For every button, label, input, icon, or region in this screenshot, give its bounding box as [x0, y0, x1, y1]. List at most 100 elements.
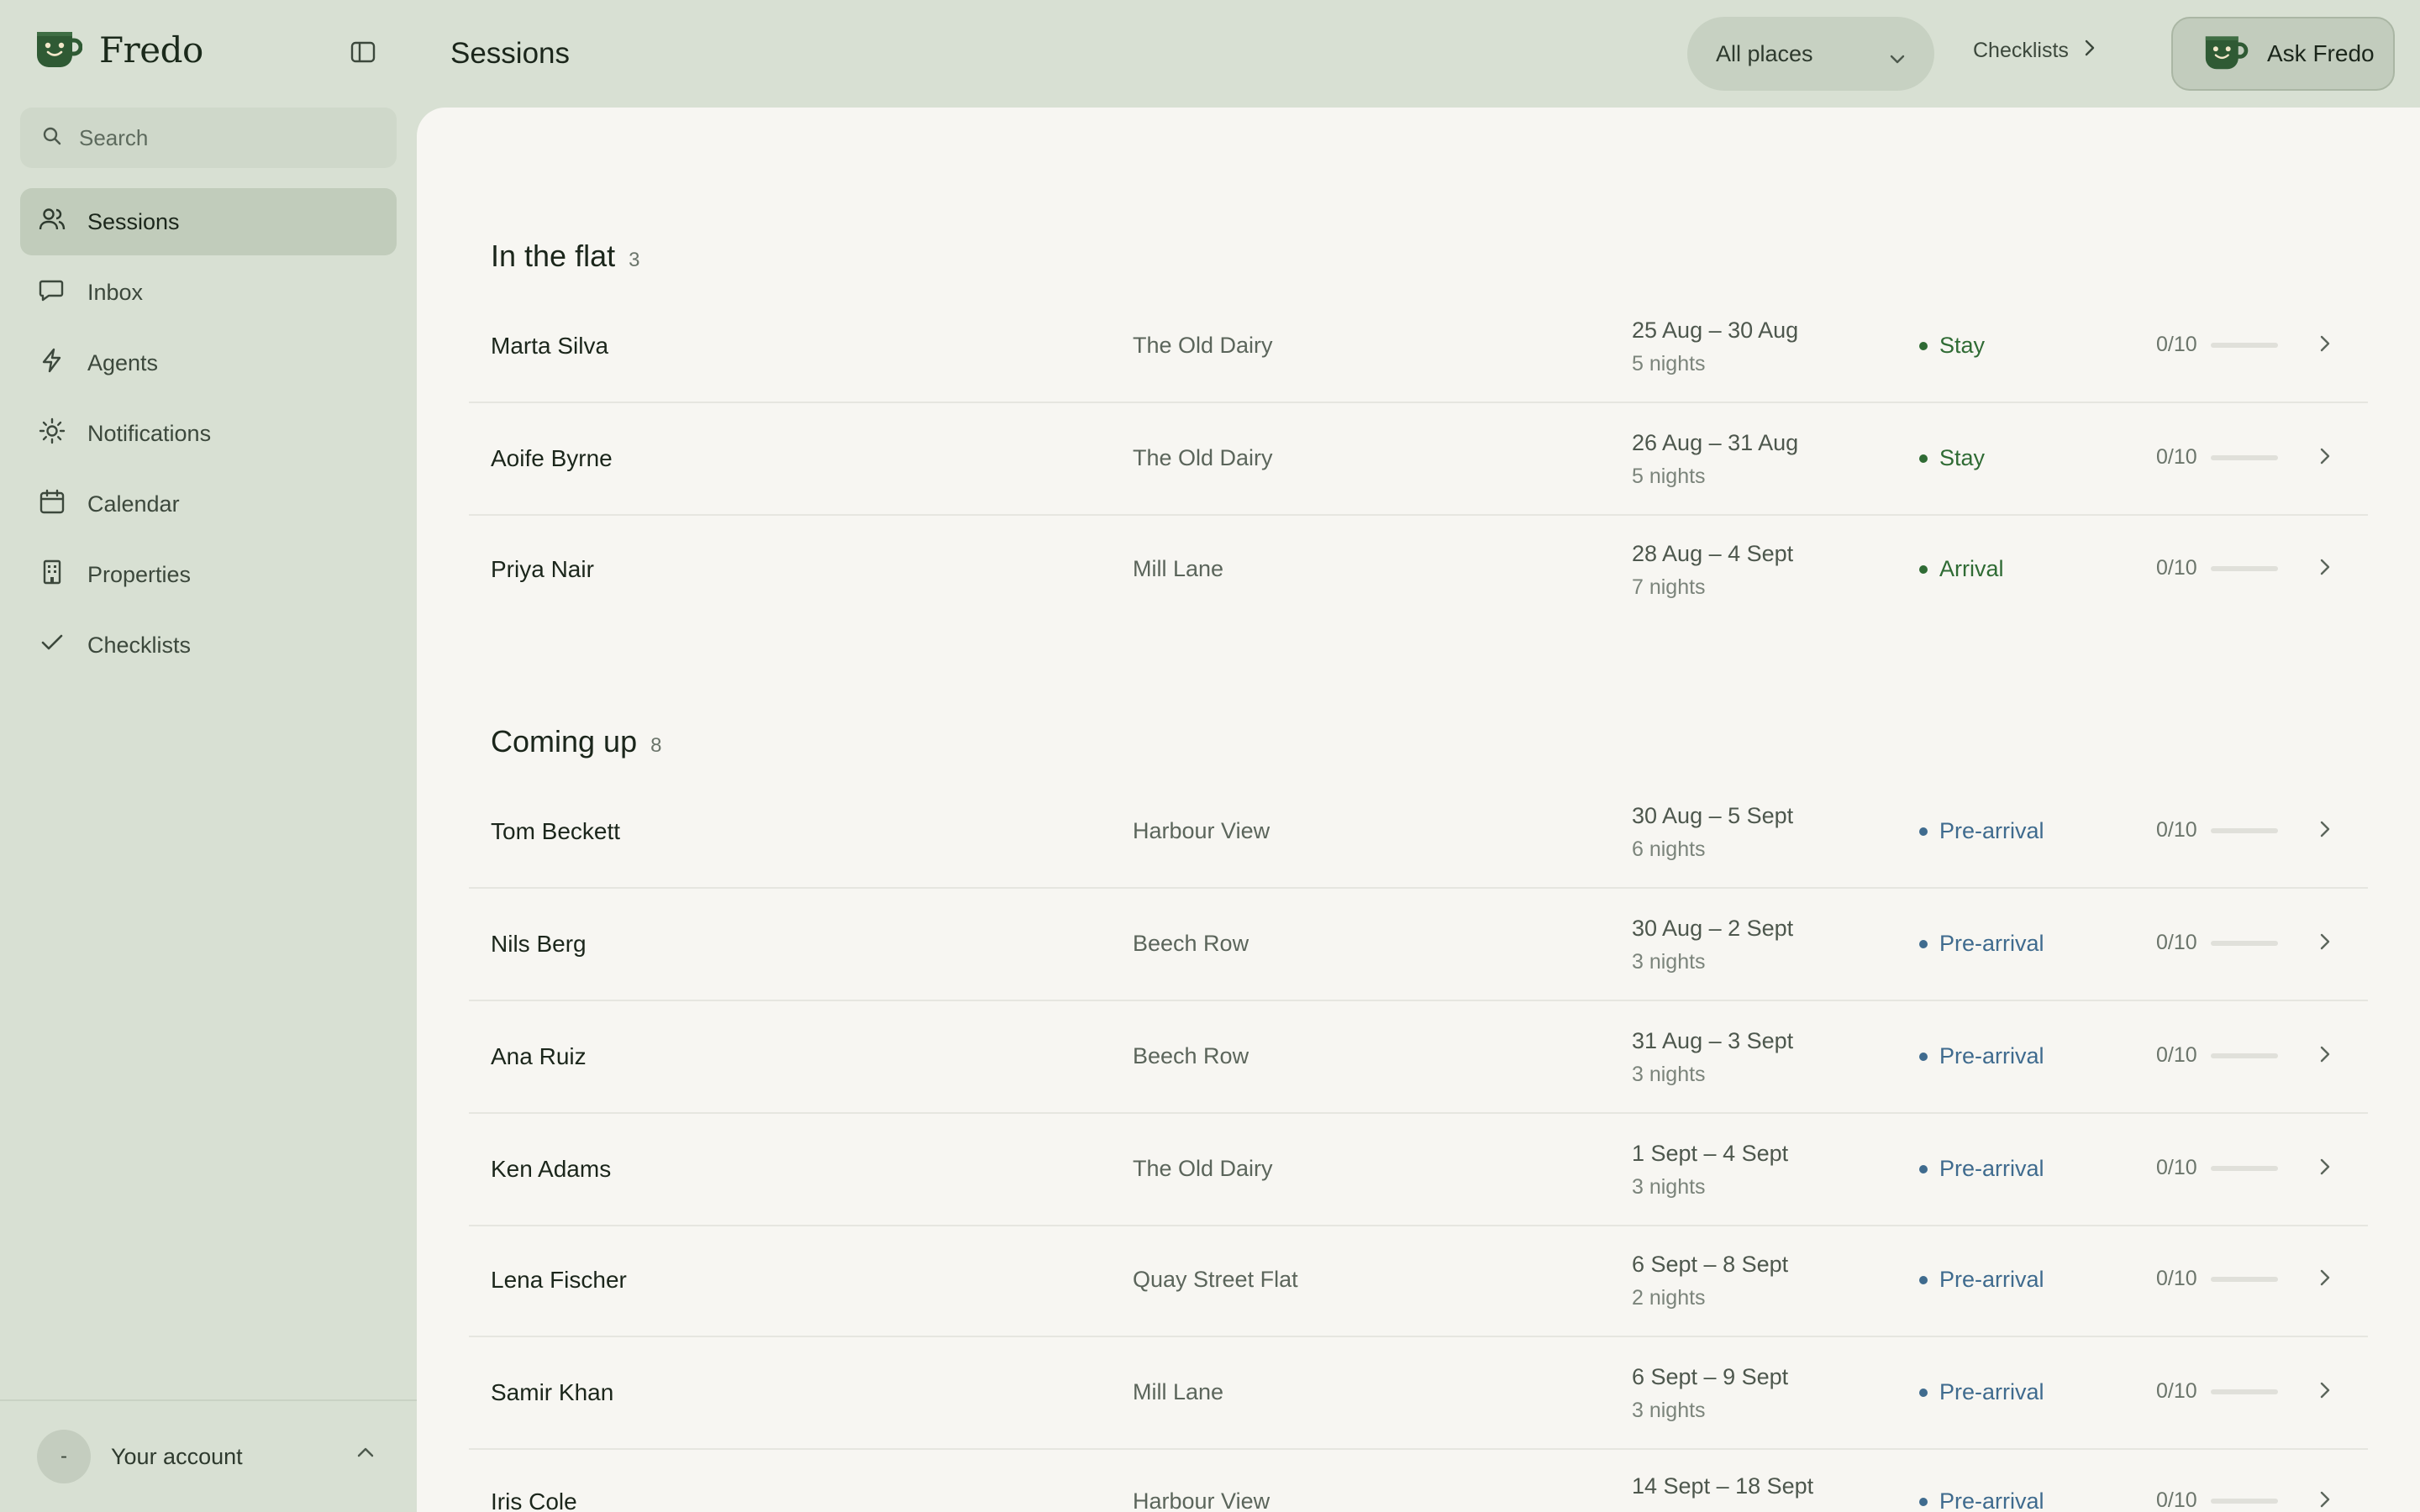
stay-dates: 6 Sept – 8 Sept 2 nights [1632, 1252, 1788, 1310]
sidebar-toggle-icon [350, 41, 376, 67]
nights-count: 3 nights [1632, 950, 1706, 974]
status-label: Pre-arrival [1939, 1488, 2044, 1512]
stay-dates: 28 Aug – 4 Sept 7 nights [1632, 541, 1793, 600]
chevron-right-icon [2319, 932, 2331, 955]
progress-bar [2210, 1389, 2278, 1394]
chevron-up-icon [356, 1446, 375, 1462]
status-badge: Pre-arrival [1919, 1267, 2044, 1293]
section-title-label: In the flat [491, 239, 616, 273]
search-input[interactable] [79, 124, 381, 151]
status-dot [1919, 564, 1928, 574]
property-name: Harbour View [1133, 818, 1270, 843]
sidebar-item-agents[interactable]: Agents [20, 329, 397, 396]
session-row[interactable]: Priya Nair Mill Lane 28 Aug – 4 Sept 7 ni… [469, 516, 2368, 627]
stay-dates: 25 Aug – 30 Aug 5 nights [1632, 318, 1798, 376]
search-icon [42, 126, 62, 150]
progress-bar [2210, 342, 2278, 348]
section-count: 8 [650, 734, 662, 757]
checklists-link[interactable]: Checklists [1973, 39, 2096, 63]
account-menu[interactable]: - Your account [0, 1399, 417, 1512]
status-dot [1919, 1164, 1928, 1173]
checklist-progress: 0/10 [2156, 931, 2278, 955]
nights-count: 3 nights [1632, 1175, 1706, 1199]
nights-count: 6 nights [1632, 837, 1706, 861]
progress-count: 0/10 [2156, 333, 2197, 356]
sidebar-item-checklists[interactable]: Checklists [20, 612, 397, 679]
status-label: Pre-arrival [1939, 931, 2044, 956]
chevron-right-icon [2319, 820, 2331, 843]
session-row[interactable]: Iris Cole Harbour View 14 Sept – 18 Sept… [469, 1448, 2368, 1512]
section-title-coming-up: Coming up 8 [491, 724, 661, 759]
progress-bar [2210, 827, 2278, 833]
guest-name: Tom Beckett [491, 818, 621, 844]
progress-count: 0/10 [2156, 1488, 2197, 1512]
date-range: 14 Sept – 18 Sept [1632, 1473, 1814, 1499]
session-row[interactable]: Tom Beckett Harbour View 30 Aug – 5 Sept… [469, 778, 2368, 889]
stay-dates: 6 Sept – 9 Sept 3 nights [1632, 1364, 1788, 1423]
status-dot [1919, 939, 1928, 948]
account-label: Your account [111, 1443, 243, 1469]
sidebar-item-label: Notifications [87, 420, 212, 446]
status-badge: Pre-arrival [1919, 1379, 2044, 1405]
progress-count: 0/10 [2156, 1267, 2197, 1290]
session-row[interactable]: Ken Adams The Old Dairy 1 Sept – 4 Sept 3… [469, 1116, 2368, 1226]
session-row[interactable]: Samir Khan Mill Lane 6 Sept – 9 Sept 3 ni… [469, 1339, 2368, 1450]
message-icon [39, 278, 66, 307]
date-range: 6 Sept – 8 Sept [1632, 1252, 1789, 1277]
date-range: 26 Aug – 31 Aug [1632, 430, 1799, 455]
progress-count: 0/10 [2156, 1156, 2197, 1179]
sidebar-item-label: Checklists [87, 632, 192, 658]
progress-count: 0/10 [2156, 1043, 2197, 1067]
status-badge: Pre-arrival [1919, 931, 2044, 957]
status-dot [1919, 454, 1928, 463]
status-dot [1919, 1275, 1928, 1284]
nights-count: 5 nights [1632, 465, 1706, 488]
sidebar-item-notifications[interactable]: Notifications [20, 400, 397, 467]
stay-dates: 26 Aug – 31 Aug 5 nights [1632, 430, 1798, 489]
search-box[interactable] [20, 108, 397, 168]
chevron-right-icon [2319, 1490, 2331, 1512]
property-name: Mill Lane [1133, 1379, 1224, 1404]
checklists-link-label: Checklists [1973, 39, 2069, 62]
chevron-right-icon [2084, 39, 2096, 63]
section-count: 3 [629, 249, 640, 271]
places-filter-value: All places [1716, 40, 1813, 66]
section-title-in-the-flat: In the flat 3 [491, 239, 639, 274]
sidebar-item-label: Inbox [87, 279, 144, 305]
nights-count: 3 nights [1632, 1063, 1706, 1086]
status-label: Pre-arrival [1939, 818, 2044, 843]
sidebar-item-calendar[interactable]: Calendar [20, 470, 397, 538]
page-title: Sessions [450, 37, 571, 70]
progress-count: 0/10 [2156, 556, 2197, 580]
nights-count: 2 nights [1632, 1286, 1706, 1310]
checklist-progress: 0/10 [2156, 333, 2278, 357]
guest-name: Aoife Byrne [491, 445, 613, 471]
progress-bar [2210, 1053, 2278, 1058]
session-row[interactable]: Ana Ruiz Beech Row 31 Aug – 3 Sept 3 nigh… [469, 1003, 2368, 1114]
sun-icon [39, 417, 66, 450]
guest-name: Priya Nair [491, 556, 594, 582]
places-filter-dropdown[interactable]: All places [1687, 17, 1934, 91]
date-range: 25 Aug – 30 Aug [1632, 318, 1799, 343]
status-label: Pre-arrival [1939, 1267, 2044, 1292]
session-row[interactable]: Lena Fischer Quay Street Flat 6 Sept – 8… [469, 1226, 2368, 1337]
ask-fredo-button[interactable]: Ask Fredo [2171, 17, 2395, 91]
mug-icon [2202, 30, 2249, 78]
guest-name: Nils Berg [491, 931, 587, 957]
sidebar-toggle-button[interactable] [346, 39, 380, 69]
property-name: The Old Dairy [1133, 1156, 1273, 1181]
date-range: 30 Aug – 5 Sept [1632, 803, 1794, 828]
session-row[interactable]: Marta Silva The Old Dairy 25 Aug – 30 Au… [469, 292, 2368, 403]
sidebar-item-inbox[interactable]: Inbox [20, 259, 397, 326]
progress-bar [2210, 1498, 2278, 1504]
app-logo[interactable]: Fredo [34, 25, 203, 75]
session-row[interactable]: Nils Berg Beech Row 30 Aug – 2 Sept 3 nig… [469, 890, 2368, 1001]
property-name: Beech Row [1133, 1043, 1249, 1068]
check-icon [39, 631, 66, 660]
sidebar-item-properties[interactable]: Properties [20, 541, 397, 608]
chevron-right-icon [2319, 558, 2331, 580]
sidebar-item-sessions[interactable]: Sessions [20, 188, 397, 255]
ask-fredo-label: Ask Fredo [2267, 40, 2375, 66]
mug-icon [34, 25, 83, 75]
session-row[interactable]: Aoife Byrne The Old Dairy 26 Aug – 31 Au… [469, 405, 2368, 516]
